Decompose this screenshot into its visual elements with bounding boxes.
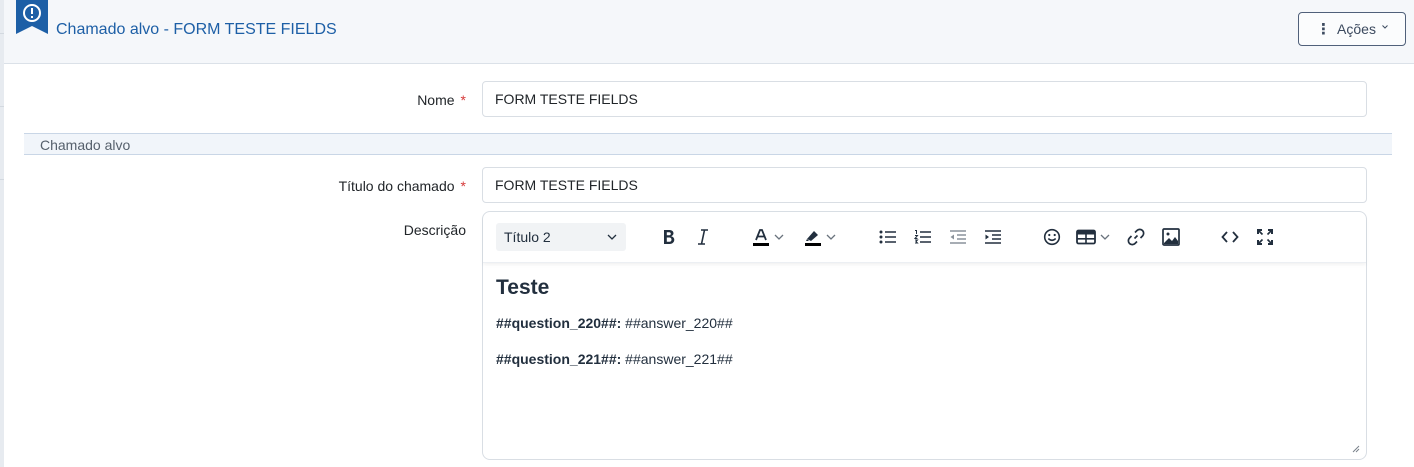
content-heading: Teste bbox=[496, 276, 550, 299]
outdent-button[interactable] bbox=[946, 225, 970, 249]
editor-toolbar: Título 2 bbox=[483, 212, 1366, 263]
highlight-icon bbox=[805, 231, 821, 246]
emoji-icon bbox=[1043, 228, 1061, 246]
left-sidebar-strip bbox=[0, 0, 4, 467]
content-line: ##question_221##: ##answer_221## bbox=[496, 350, 733, 368]
answer-placeholder: ##answer_220## bbox=[621, 315, 733, 331]
required-marker: * bbox=[460, 178, 466, 194]
chevron-down-icon bbox=[774, 234, 784, 240]
table-icon bbox=[1076, 229, 1096, 245]
page-header: Chamado alvo - FORM TESTE FIELDS ⋮ Ações bbox=[4, 0, 1414, 64]
ticket-alert-icon bbox=[16, 0, 48, 34]
table-button[interactable] bbox=[1074, 225, 1098, 249]
link-button[interactable] bbox=[1124, 225, 1148, 249]
indent-button[interactable] bbox=[981, 225, 1005, 249]
text-color-icon bbox=[753, 229, 769, 246]
bullet-list-button[interactable] bbox=[876, 225, 900, 249]
chevron-down-icon bbox=[1382, 25, 1388, 29]
numbered-list-icon bbox=[914, 230, 931, 244]
actions-label: Ações bbox=[1337, 21, 1376, 37]
highlight-button[interactable] bbox=[801, 225, 825, 249]
ticket-title-label: Título do chamado * bbox=[339, 178, 466, 194]
required-marker: * bbox=[460, 92, 466, 108]
table-dropdown[interactable] bbox=[1099, 225, 1111, 249]
block-format-value: Título 2 bbox=[504, 229, 551, 245]
text-color-button[interactable] bbox=[749, 225, 773, 249]
description-label: Descrição bbox=[403, 222, 466, 238]
ticket-title-label-text: Título do chamado bbox=[338, 178, 455, 194]
question-placeholder: ##question_220##: bbox=[496, 315, 622, 331]
name-input[interactable]: FORM TESTE FIELDS bbox=[482, 81, 1367, 117]
bold-icon bbox=[664, 230, 675, 244]
fullscreen-icon bbox=[1257, 229, 1273, 245]
bold-button[interactable] bbox=[657, 225, 681, 249]
resize-handle-icon[interactable] bbox=[1351, 444, 1360, 453]
description-editor[interactable]: Título 2 Teste ##question_220##: ##answe… bbox=[482, 211, 1367, 460]
bullet-list-icon bbox=[879, 230, 896, 244]
link-icon bbox=[1127, 228, 1145, 246]
section-title: Chamado alvo bbox=[40, 137, 131, 153]
chevron-down-icon bbox=[826, 234, 836, 240]
source-code-button[interactable] bbox=[1218, 225, 1242, 249]
editor-content[interactable]: Teste ##question_220##: ##answer_220## #… bbox=[496, 276, 1353, 367]
name-label-text: Nome bbox=[417, 92, 455, 108]
italic-icon bbox=[698, 229, 708, 245]
source-code-icon bbox=[1221, 231, 1239, 243]
block-format-select[interactable]: Título 2 bbox=[496, 223, 626, 251]
outdent-icon bbox=[950, 230, 966, 244]
image-button[interactable] bbox=[1159, 225, 1183, 249]
page-title: Chamado alvo - FORM TESTE FIELDS bbox=[56, 21, 337, 38]
ticket-title-input[interactable]: FORM TESTE FIELDS bbox=[482, 167, 1367, 203]
highlight-dropdown[interactable] bbox=[825, 225, 837, 249]
actions-button[interactable]: ⋮ Ações bbox=[1298, 12, 1406, 46]
content-line: ##question_220##: ##answer_220## bbox=[496, 314, 733, 332]
italic-button[interactable] bbox=[691, 225, 715, 249]
indent-icon bbox=[985, 230, 1001, 244]
question-placeholder: ##question_221##: bbox=[496, 351, 622, 367]
emoji-button[interactable] bbox=[1040, 225, 1064, 249]
chevron-down-icon bbox=[607, 234, 617, 240]
numbered-list-button[interactable] bbox=[911, 225, 935, 249]
section-header: Chamado alvo bbox=[24, 133, 1392, 155]
chevron-down-icon bbox=[1100, 234, 1110, 240]
fullscreen-button[interactable] bbox=[1253, 225, 1277, 249]
kebab-icon: ⋮ bbox=[1316, 20, 1332, 38]
text-color-dropdown[interactable] bbox=[773, 225, 785, 249]
answer-placeholder: ##answer_221## bbox=[621, 351, 733, 367]
image-icon bbox=[1162, 228, 1180, 246]
name-label: Nome * bbox=[417, 92, 466, 108]
